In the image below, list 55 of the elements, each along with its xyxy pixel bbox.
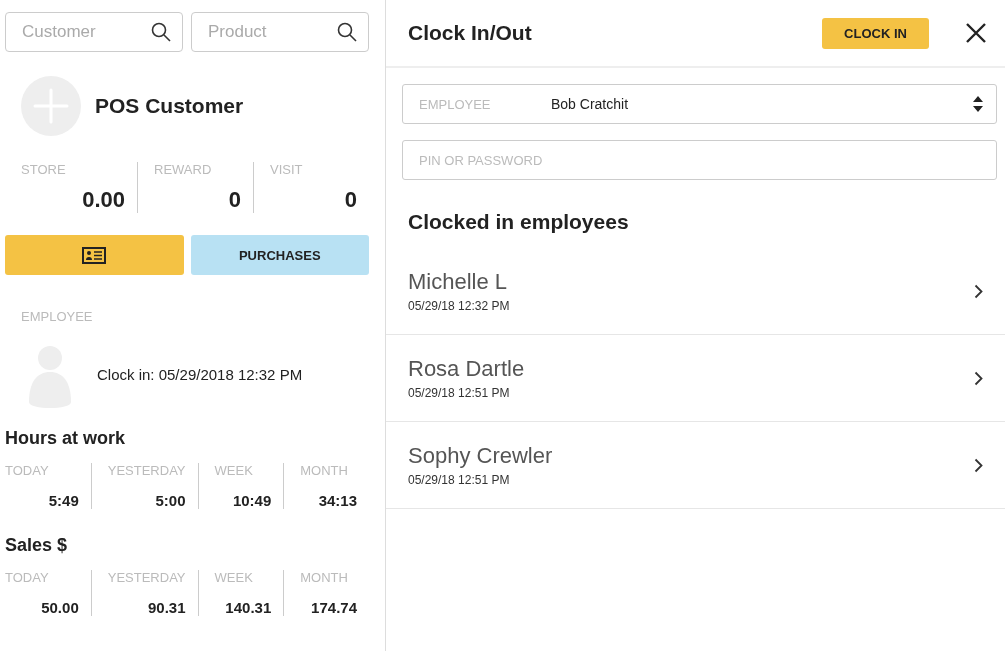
search-icon	[337, 22, 357, 42]
section-title: Sales $	[5, 535, 69, 556]
field-label: EMPLOYEE	[419, 96, 492, 112]
employee-row[interactable]: Michelle L 05/29/18 12:32 PM	[386, 248, 1005, 335]
stat-value: 174.74	[310, 599, 357, 616]
purchases-button[interactable]: PURCHASES	[190, 235, 369, 275]
stat-label: WEEK	[214, 463, 254, 478]
stat-value: 34:13	[317, 492, 357, 509]
stat-label: VISIT	[270, 162, 304, 177]
stat-label: WEEK	[214, 570, 254, 585]
stat-value: 0	[343, 187, 357, 213]
field-value: Bob Cratchit	[551, 96, 630, 112]
list-title: Clocked in employees	[408, 210, 630, 234]
clock-in-time: 05/29/18 12:51 PM	[408, 473, 511, 487]
customer-name: POS Customer	[95, 94, 244, 118]
stat-label: MONTH	[300, 463, 349, 478]
stat-label: YESTERDAY	[107, 463, 186, 478]
search-field[interactable]: Customer	[5, 12, 183, 52]
stat-label: TODAY	[5, 570, 50, 585]
stat-value: 50.00	[40, 599, 79, 616]
pin-field[interactable]: PIN OR PASSWORD	[402, 140, 997, 180]
stat-value: 0	[227, 187, 241, 213]
clock-in-button[interactable]: CLOCK IN	[822, 17, 929, 49]
employee-row[interactable]: Rosa Dartle 05/29/18 12:51 PM	[386, 335, 1005, 422]
search-field[interactable]: Product	[191, 12, 369, 52]
sort-arrows-icon	[972, 95, 984, 113]
stat-value: 140.31	[224, 599, 272, 616]
search-icon	[151, 22, 171, 42]
chevron-right-icon	[974, 370, 983, 386]
stat-value: 90.31	[146, 599, 186, 616]
id-card-icon	[82, 246, 107, 264]
customer-card-button[interactable]	[5, 235, 184, 275]
employee-name: Rosa Dartle	[408, 356, 526, 382]
stat-label: STORE	[21, 162, 67, 177]
employee-name: Sophy Crewler	[408, 443, 554, 469]
close-icon[interactable]	[965, 22, 987, 44]
employee-row[interactable]: Sophy Crewler 05/29/18 12:51 PM	[386, 422, 1005, 509]
stat-label: YESTERDAY	[107, 570, 186, 585]
section-title: Hours at work	[5, 428, 127, 449]
chevron-right-icon	[974, 457, 983, 473]
dialog-title: Clock In/Out	[408, 21, 533, 45]
stat-label: REWARD	[154, 162, 213, 177]
clock-in-time: 05/29/18 12:51 PM	[408, 386, 511, 400]
stat-value: 5:49	[47, 492, 79, 509]
stat-value: 5:00	[154, 492, 186, 509]
clock-in-time: 05/29/18 12:32 PM	[408, 299, 511, 313]
employee-select[interactable]: EMPLOYEE Bob Cratchit	[402, 84, 997, 124]
stat-label: MONTH	[300, 570, 349, 585]
stat-value: 10:49	[231, 492, 272, 509]
stat-value: 0.00	[81, 187, 125, 213]
employee-name: Michelle L	[408, 269, 509, 295]
clock-in-time: Clock in: 05/29/2018 12:32 PM	[97, 365, 303, 383]
stat-label: TODAY	[5, 463, 50, 478]
chevron-right-icon	[974, 283, 983, 299]
employee-label: EMPLOYEE	[21, 309, 94, 324]
